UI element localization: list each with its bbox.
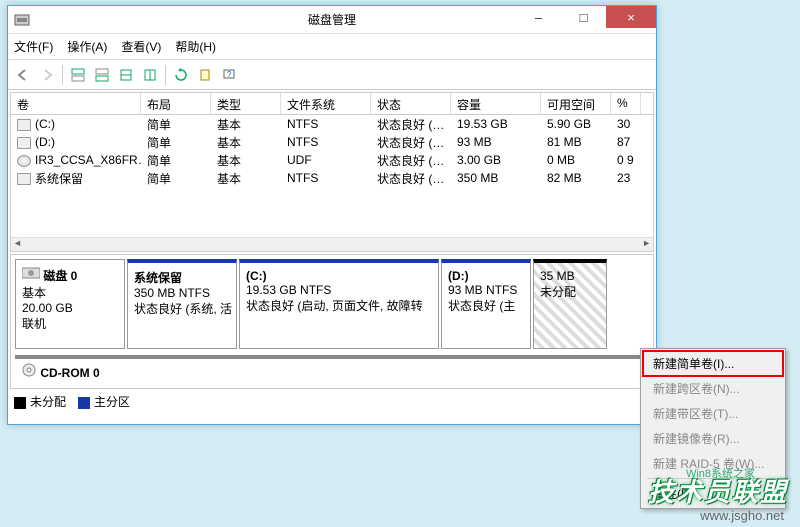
volume-icon	[17, 119, 31, 131]
close-button[interactable]: ×	[606, 6, 656, 28]
disk-size: 20.00 GB	[22, 301, 73, 315]
disk-management-window: 磁盘管理 – □ × 文件(F) 操作(A) 查看(V) 帮助(H) ? 卷 布…	[7, 5, 657, 425]
menu-file[interactable]: 文件(F)	[14, 38, 53, 55]
col-layout[interactable]: 布局	[141, 93, 211, 114]
legend-unallocated: 未分配	[14, 393, 66, 410]
ctx-item: 新建镜像卷(R)...	[643, 426, 783, 451]
svg-text:?: ?	[227, 70, 232, 79]
col-percent[interactable]: %	[611, 93, 641, 114]
ctx-item: 新建跨区卷(N)...	[643, 376, 783, 401]
list-header: 卷 布局 类型 文件系统 状态 容量 可用空间 %	[11, 93, 653, 115]
legend: 未分配 主分区	[8, 391, 656, 412]
col-free[interactable]: 可用空间	[541, 93, 611, 114]
volume-icon	[17, 173, 31, 185]
legend-primary: 主分区	[78, 393, 130, 410]
watermark: 技术员联盟	[648, 472, 788, 509]
volume-row[interactable]: (D:)简单基本NTFS状态良好 (…93 MB81 MB87	[11, 133, 653, 151]
titlebar[interactable]: 磁盘管理 – □ ×	[8, 6, 656, 34]
disk-type: 基本	[22, 286, 46, 300]
disk-status: 联机	[22, 317, 46, 331]
view-top-button[interactable]	[67, 64, 89, 86]
volume-icon	[17, 137, 31, 149]
volume-list: 卷 布局 类型 文件系统 状态 容量 可用空间 % (C:)简单基本NTFS状态…	[10, 92, 654, 252]
view-bottom-button[interactable]	[91, 64, 113, 86]
cdrom-header[interactable]: CD-ROM 0	[15, 355, 649, 384]
ctx-item: 新建带区卷(T)...	[643, 401, 783, 426]
settings-button[interactable]	[115, 64, 137, 86]
partition[interactable]: (D:)93 MB NTFS状态良好 (主	[441, 259, 531, 349]
separator	[62, 65, 63, 85]
col-capacity[interactable]: 容量	[451, 93, 541, 114]
volume-row[interactable]: 系统保留简单基本NTFS状态良好 (…350 MB82 MB23	[11, 169, 653, 187]
watermark-url: www.jsgho.net	[700, 508, 784, 523]
cdrom-icon	[21, 366, 37, 380]
cdrom-name: CD-ROM 0	[40, 366, 99, 380]
window-title: 磁盘管理	[308, 11, 356, 28]
app-icon	[14, 12, 30, 28]
menubar: 文件(F) 操作(A) 查看(V) 帮助(H)	[8, 34, 656, 60]
separator	[165, 65, 166, 85]
disk-map: 磁盘 0 基本 20.00 GB 联机 系统保留350 MB NTFS状态良好 …	[10, 254, 654, 389]
menu-action[interactable]: 操作(A)	[67, 38, 107, 55]
col-volume[interactable]: 卷	[11, 93, 141, 114]
ctx-item[interactable]: 新建简单卷(I)...	[643, 351, 783, 376]
col-filesystem[interactable]: 文件系统	[281, 93, 371, 114]
horizontal-scrollbar[interactable]	[11, 237, 653, 251]
col-status[interactable]: 状态	[371, 93, 451, 114]
properties-button[interactable]	[194, 64, 216, 86]
minimize-button[interactable]: –	[516, 6, 561, 28]
disk-name: 磁盘 0	[43, 269, 77, 283]
help-button[interactable]: ?	[218, 64, 240, 86]
forward-button[interactable]	[36, 64, 58, 86]
volume-row[interactable]: (C:)简单基本NTFS状态良好 (…19.53 GB5.90 GB30	[11, 115, 653, 133]
partition[interactable]: 系统保留350 MB NTFS状态良好 (系统, 活	[127, 259, 237, 349]
maximize-button[interactable]: □	[561, 6, 606, 28]
menu-view[interactable]: 查看(V)	[121, 38, 161, 55]
refresh-button[interactable]	[170, 64, 192, 86]
toolbar: ?	[8, 60, 656, 90]
window-controls: – □ ×	[516, 6, 656, 28]
partition[interactable]: (C:)19.53 GB NTFS状态良好 (启动, 页面文件, 故障转	[239, 259, 439, 349]
back-button[interactable]	[12, 64, 34, 86]
list-button[interactable]	[139, 64, 161, 86]
volume-row[interactable]: IR3_CCSA_X86FR…简单基本UDF状态良好 (…3.00 GB0 MB…	[11, 151, 653, 169]
col-type[interactable]: 类型	[211, 93, 281, 114]
volume-icon	[17, 155, 31, 167]
partition-unallocated[interactable]: 35 MB未分配	[533, 259, 607, 349]
disk-icon	[22, 269, 40, 283]
disk-header[interactable]: 磁盘 0 基本 20.00 GB 联机	[15, 259, 125, 349]
menu-help[interactable]: 帮助(H)	[175, 38, 216, 55]
